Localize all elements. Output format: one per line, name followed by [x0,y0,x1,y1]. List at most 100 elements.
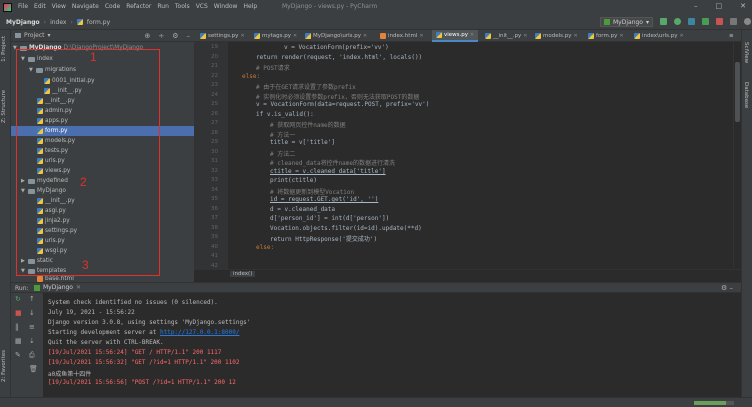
close-icon[interactable]: ✕ [363,33,367,39]
run-panel-header: Run: MyDjango ✕ ⚙ – [11,282,741,293]
favorites-tool-tab[interactable]: 2: Favorites [1,350,7,382]
menu-tools[interactable]: Tools [175,3,190,10]
run-icon[interactable] [660,18,667,25]
line-number: 28 [211,129,218,136]
line-number: 33 [211,177,218,183]
close-icon[interactable]: ✕ [574,33,578,39]
menu-help[interactable]: Help [243,3,257,10]
code-comment: # 方法一 [270,131,296,139]
menu-file[interactable]: File [18,3,28,10]
close-icon[interactable]: ✕ [523,33,527,39]
run-config-label: MyDjango [613,18,643,26]
pause-icon[interactable]: ‖ [15,323,19,331]
database-tool-tab[interactable]: Database [743,82,749,108]
debug-icon[interactable] [674,18,681,25]
code-comment: # POST请求 [256,65,290,72]
tab-label: mytags.py [262,33,291,39]
tab-index-html[interactable]: index.html ✕ [376,30,428,42]
project-view-select[interactable]: Project [24,32,45,39]
scrollbar-thumb[interactable] [735,62,740,122]
run-configuration-select[interactable]: MyDjango ▾ [600,17,653,27]
close-icon[interactable]: ✕ [470,32,474,38]
editor-breadcrumb-item[interactable]: index() [230,271,256,277]
run-tab-label: MyDjango [43,284,73,291]
close-icon[interactable]: ✕ [740,2,746,10]
gear-icon[interactable]: ⚙ – [721,284,733,292]
search-icon[interactable] [744,18,751,25]
editor-scrollbar[interactable] [733,42,741,269]
settings-icon[interactable] [730,18,737,25]
gear-icon[interactable]: ⚙ [172,32,178,40]
menu-view[interactable]: View [52,3,66,10]
close-icon[interactable]: ✕ [293,33,297,39]
menu-vcs[interactable]: VCS [196,3,208,10]
close-icon[interactable]: ✕ [240,33,244,39]
close-icon[interactable]: ✕ [76,284,81,291]
trash-icon[interactable]: 🗑 [29,365,38,373]
menu-refactor[interactable]: Refactor [126,3,151,10]
run-console[interactable]: System check identified no issues (0 sil… [43,293,741,397]
close-icon[interactable]: ✕ [680,33,684,39]
rerun-icon[interactable]: ↻ [15,295,21,303]
annotation-number: 2 [80,175,87,189]
maximize-icon[interactable]: □ [716,2,723,10]
wrap-icon[interactable]: ≡ [29,323,35,331]
tab-models[interactable]: models.py ✕ [531,30,582,42]
line-number: 25 [211,101,218,107]
server-link[interactable]: http://127.0.0.1:8000/ [160,329,239,336]
layout-icon[interactable]: ▦ [15,337,22,345]
console-text: Starting development server at [48,329,160,336]
close-icon[interactable]: ✕ [419,33,423,39]
django-icon [604,19,610,25]
breadcrumb-project[interactable]: MyDjango [6,19,40,26]
coverage-icon[interactable] [688,18,695,25]
menu-run[interactable]: Run [157,3,169,10]
code-comment: # 将数据更新到模型Vocation [270,188,355,196]
structure-tool-tab[interactable]: Z: Structure [1,90,7,123]
close-icon[interactable]: ✕ [619,33,623,39]
minimize-icon[interactable]: – [694,2,698,10]
code-line: title = v['title'] [270,139,336,146]
editor-tabs: settings.py ✕ mytags.py ✕ MyDjango\urls.py… [194,30,741,42]
down-icon[interactable]: ↓ [29,309,35,317]
line-number: 37 [211,215,218,221]
collapse-icon[interactable]: ÷ [158,32,164,40]
up-icon[interactable]: ↑ [29,295,35,303]
pin-icon[interactable]: ✎ [15,351,21,359]
menu-navigate[interactable]: Navigate [72,3,99,10]
tab-form[interactable]: form.py ✕ [584,30,628,42]
tab-mydjango-urls[interactable]: MyDjango\urls.py ✕ [301,30,371,42]
tab-settings[interactable]: settings.py ✕ [196,30,249,42]
hide-icon[interactable]: – [187,32,191,40]
right-tool-strip: SciView Database [741,30,752,406]
run-tab[interactable]: MyDjango ✕ [34,284,81,291]
menu-window[interactable]: Window [214,3,238,10]
tab-index-urls[interactable]: index\urls.py ✕ [630,30,688,42]
status-bar [0,397,752,407]
breadcrumb-file[interactable]: form.py [87,19,110,26]
tab-mytags[interactable]: mytags.py ✕ [250,30,301,42]
stop-icon[interactable]: ■ [15,309,22,317]
scroll-end-icon[interactable]: ⇣ [29,337,35,345]
sciview-tool-tab[interactable]: SciView [743,42,749,63]
code-editor[interactable]: v = VocationForm(prefix='vv') return ren… [228,42,733,269]
navigation-bar: MyDjango › index › form.py MyDjango ▾ [0,15,752,30]
code-keyword: else: [242,72,261,80]
chevron-down-icon[interactable]: ▾ [48,32,51,39]
locate-icon[interactable]: ⊕ [144,32,150,40]
menu-code[interactable]: Code [105,3,120,10]
tab-init[interactable]: __init__.py ✕ [481,30,531,42]
chevron-down-icon: ▾ [645,18,649,26]
project-tool-tab[interactable]: 1: Project [1,36,7,62]
profile-icon[interactable] [702,18,709,25]
print-icon[interactable]: ⎙ [29,351,35,360]
menu-edit[interactable]: Edit [34,3,46,10]
code-line: return HttpResponse('提交成功') [270,236,378,243]
code-line: d = v.cleaned_data [270,205,336,213]
tab-label: form.py [596,33,618,39]
stop-icon[interactable] [716,18,723,25]
breadcrumb-folder[interactable]: index [50,19,66,26]
tabs-menu-icon[interactable]: ≡ [729,30,734,42]
code-comment: # cleaned_data将控件name的数据进行清洗 [270,160,396,167]
tab-views[interactable]: views.py ✕ [432,30,479,42]
